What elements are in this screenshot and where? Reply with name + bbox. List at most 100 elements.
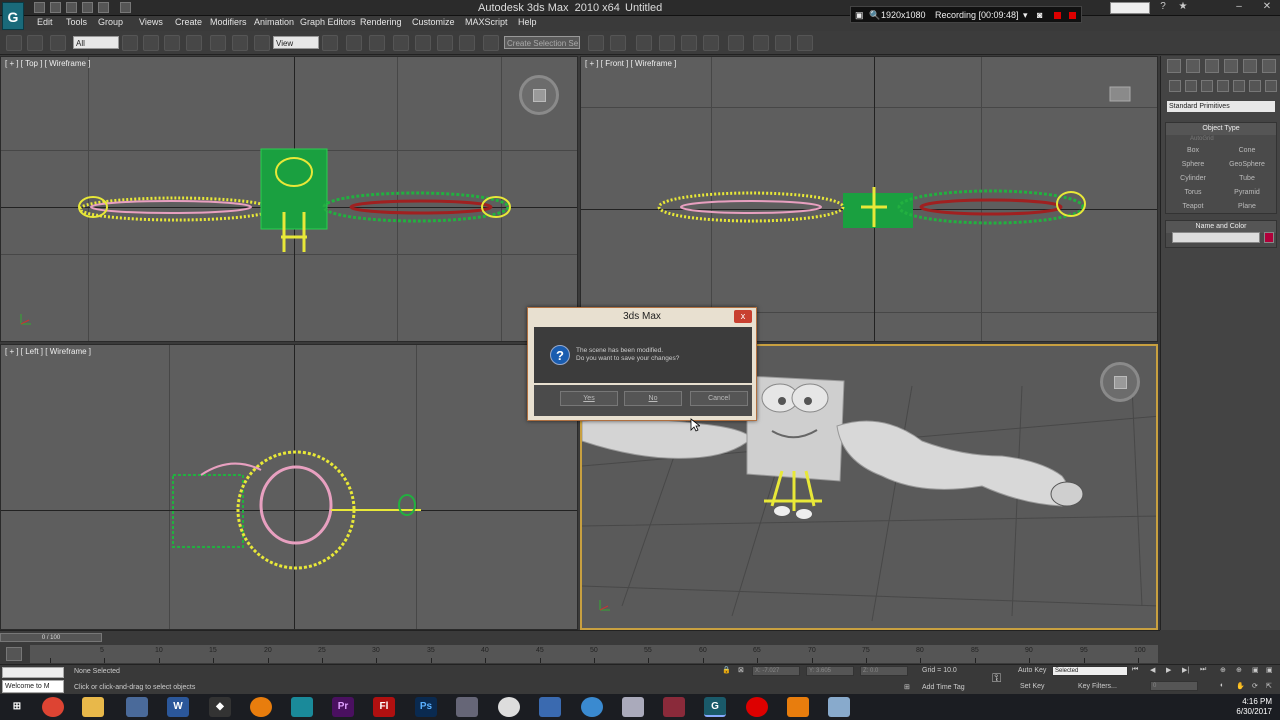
helpers-icon[interactable] — [1233, 80, 1245, 92]
undo-icon[interactable] — [82, 2, 93, 13]
file-explorer-icon[interactable] — [82, 697, 104, 717]
select-object-icon[interactable] — [122, 35, 138, 51]
menu-customize[interactable]: Customize — [412, 17, 455, 27]
itunes-icon[interactable] — [498, 697, 520, 717]
x-coordinate-field[interactable]: X: -7.027 — [752, 666, 800, 676]
explorer-window-icon[interactable] — [622, 697, 644, 717]
maximize-viewport-icon[interactable]: ⇱ — [1266, 682, 1272, 690]
wireframe-model-front[interactable] — [581, 57, 1158, 342]
3dsmax-taskbar-icon[interactable]: G — [704, 697, 726, 717]
sketchup-icon[interactable] — [291, 697, 313, 717]
zoom-viewport-icon[interactable]: ⊕ — [1220, 666, 1226, 674]
play-icon[interactable]: ▶ — [1166, 666, 1171, 674]
viewport-top[interactable]: [ + ] [ Top ] [ Wireframe ] — [0, 56, 578, 342]
mini-curve-editor-icon[interactable] — [6, 647, 22, 661]
zoom-icon[interactable]: 🔍 — [869, 10, 880, 21]
bind-spacewarp-icon[interactable] — [50, 35, 66, 51]
cancel-button[interactable]: Cancel — [690, 391, 748, 406]
primitive-category-dropdown[interactable]: Standard Primitives — [1167, 101, 1275, 112]
graphite-icon[interactable] — [659, 35, 675, 51]
torus-button[interactable]: Torus — [1168, 187, 1218, 199]
windows-start-icon[interactable]: ⊞ — [6, 697, 28, 717]
menu-graph-editors[interactable]: Graph Editors — [300, 17, 356, 27]
menu-tools[interactable]: Tools — [66, 17, 87, 27]
hierarchy-tab-icon[interactable] — [1205, 59, 1219, 73]
time-slider[interactable]: 0 / 100 — [0, 633, 102, 642]
modify-tab-icon[interactable] — [1186, 59, 1200, 73]
viewcube-top[interactable] — [519, 75, 559, 115]
cameras-icon[interactable] — [1217, 80, 1229, 92]
menu-group[interactable]: Group — [98, 17, 123, 27]
network-icon[interactable] — [126, 697, 148, 717]
cylinder-button[interactable]: Cylinder — [1168, 173, 1218, 185]
dialog-close-button[interactable]: x — [734, 310, 752, 323]
zoom-extents-all-icon[interactable]: ▣ — [1266, 666, 1273, 674]
redo-icon[interactable] — [98, 2, 109, 13]
go-to-start-icon[interactable]: ⏮ — [1132, 666, 1138, 674]
project-folder-icon[interactable] — [120, 2, 131, 13]
key-icon[interactable]: ⚿ — [992, 671, 1001, 686]
window-crossing-icon[interactable] — [186, 35, 202, 51]
notepad-icon[interactable] — [828, 697, 850, 717]
edit-named-sel-icon[interactable] — [483, 35, 499, 51]
key-filters-button[interactable]: Key Filters... — [1078, 683, 1117, 690]
vlc-icon[interactable] — [787, 697, 809, 717]
viewcube-front[interactable] — [1105, 85, 1135, 105]
stop-icon[interactable] — [1069, 12, 1076, 19]
viewport-front[interactable]: [ + ] [ Front ] [ Wireframe ] — [580, 56, 1158, 342]
geosphere-button[interactable]: GeoSphere — [1222, 159, 1272, 171]
key-mode-dropdown[interactable]: Selected — [1052, 666, 1128, 676]
lock-icon[interactable]: 🔒 — [722, 666, 731, 674]
rotate-icon[interactable] — [232, 35, 248, 51]
yes-button[interactable]: Yes — [560, 391, 618, 406]
unity-icon[interactable]: ◆ — [209, 697, 231, 717]
utilities-tab-icon[interactable] — [1262, 59, 1276, 73]
add-time-tag[interactable]: Add Time Tag — [922, 684, 965, 691]
y-coordinate-field[interactable]: Y: 3.605 — [806, 666, 854, 676]
angle-snap-icon[interactable] — [415, 35, 431, 51]
render-setup-icon[interactable] — [753, 35, 769, 51]
menu-views[interactable]: Views — [139, 17, 163, 27]
z-coordinate-field[interactable]: Z: 0.0 — [860, 666, 908, 676]
ref-coord-dropdown[interactable]: View — [273, 36, 319, 49]
teapot-button[interactable]: Teapot — [1168, 201, 1218, 213]
track-bar[interactable]: 5 10 15 20 25 30 35 40 45 50 55 60 65 70 75 80 85 90 95 100 — [30, 645, 1158, 663]
spacewarps-icon[interactable] — [1249, 80, 1261, 92]
menu-create[interactable]: Create — [175, 17, 202, 27]
viewport-left[interactable]: [ + ] [ Left ] [ Wireframe ] — [0, 344, 578, 630]
object-type-header[interactable]: Object Type — [1166, 123, 1276, 135]
select-manipulate-icon[interactable] — [346, 35, 362, 51]
scale-icon[interactable] — [254, 35, 270, 51]
menu-maxscript[interactable]: MAXScript — [465, 17, 508, 27]
droplet-icon[interactable] — [581, 697, 603, 717]
blender-icon[interactable] — [250, 697, 272, 717]
orbit-icon[interactable]: ⟳ — [1252, 682, 1258, 690]
favorites-icon[interactable]: ★ — [1172, 0, 1194, 14]
wireframe-model-left[interactable] — [1, 345, 578, 630]
viewport-label-left[interactable]: [ + ] [ Left ] [ Wireframe ] — [5, 347, 91, 356]
shapes-icon[interactable] — [1185, 80, 1197, 92]
spinner-snap-icon[interactable] — [459, 35, 475, 51]
menu-edit[interactable]: Edit — [37, 17, 53, 27]
photoshop-icon[interactable]: Ps — [415, 697, 437, 717]
settings-icon[interactable] — [456, 697, 478, 717]
new-file-icon[interactable] — [34, 2, 45, 13]
next-frame-icon[interactable]: ▶| — [1182, 666, 1189, 674]
open-file-icon[interactable] — [50, 2, 61, 13]
display-tab-icon[interactable] — [1243, 59, 1257, 73]
render-teapot-icon[interactable] — [797, 35, 813, 51]
align-icon[interactable] — [610, 35, 626, 51]
chrome-icon[interactable] — [42, 697, 64, 717]
app-logo-icon[interactable]: G — [2, 2, 24, 30]
lights-icon[interactable] — [1201, 80, 1213, 92]
select-by-name-icon[interactable] — [143, 35, 159, 51]
minimize-button[interactable]: – — [1228, 0, 1250, 14]
go-to-end-icon[interactable]: ⏭ — [1200, 666, 1206, 674]
autogrid-checkbox[interactable]: AutoGrid — [1190, 136, 1214, 142]
keyboard-shortcut-icon[interactable] — [369, 35, 385, 51]
cone-button[interactable]: Cone — [1222, 145, 1272, 157]
pivot-center-icon[interactable] — [322, 35, 338, 51]
photos-icon[interactable] — [539, 697, 561, 717]
maxscript-mini-listener[interactable]: Welcome to M — [2, 680, 64, 693]
layer-manager-icon[interactable] — [636, 35, 652, 51]
